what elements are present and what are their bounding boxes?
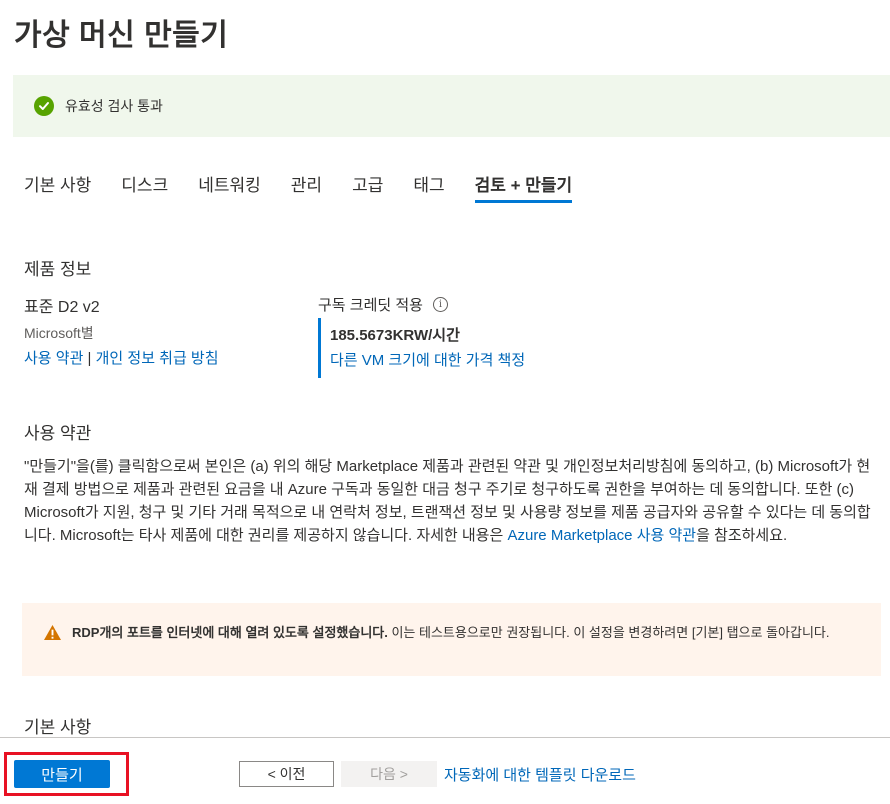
price-value: 185.5673KRW/시간 (330, 327, 460, 344)
warning-text: RDP개의 포트를 인터넷에 대해 열려 있도록 설정했습니다. 이는 테스트용… (72, 623, 830, 676)
basics-section-title: 기본 사항 (24, 718, 92, 737)
previous-button[interactable]: < 이전 (239, 761, 334, 787)
tab-networking[interactable]: 네트워킹 (198, 171, 261, 203)
tab-bar: 기본 사항 디스크 네트워킹 관리 고급 태그 검토 + 만들기 (24, 171, 602, 203)
info-icon[interactable]: i (432, 297, 448, 312)
tab-tags[interactable]: 태그 (413, 171, 444, 203)
rdp-warning-banner: RDP개의 포트를 인터넷에 대해 열려 있도록 설정했습니다. 이는 테스트용… (22, 603, 881, 676)
terms-section-title: 사용 약관 (24, 424, 92, 443)
subscription-credit-header: 구독 크레딧 적용 i (318, 294, 448, 315)
validation-text: 유효성 검사 통과 (65, 98, 163, 114)
download-template-link[interactable]: 자동화에 대한 템플릿 다운로드 (444, 764, 636, 785)
create-button[interactable]: 만들기 (14, 760, 110, 788)
terms-of-use-link[interactable]: 사용 약관 (24, 350, 83, 367)
tab-basics[interactable]: 기본 사항 (24, 171, 91, 203)
page-title: 가상 머신 만들기 (14, 19, 229, 52)
validation-banner: 유효성 검사 통과 (13, 75, 890, 137)
footer-divider (0, 737, 890, 738)
check-circle-icon (34, 96, 54, 116)
subscription-credit-label: 구독 크레딧 적용 (318, 297, 423, 314)
product-publisher: Microsoft별 (24, 325, 94, 341)
price-block: 185.5673KRW/시간 다른 VM 크기에 대한 가격 책정 (318, 318, 525, 378)
pricing-other-sizes-link[interactable]: 다른 VM 크기에 대한 가격 책정 (330, 352, 525, 369)
warning-bold-text: RDP개의 포트를 인터넷에 대해 열려 있도록 설정했습니다. (72, 625, 388, 640)
tab-advanced[interactable]: 고급 (352, 171, 383, 203)
tab-review-create[interactable]: 검토 + 만들기 (474, 171, 572, 203)
tab-disks[interactable]: 디스크 (121, 171, 168, 203)
terms-suffix: 을 참조하세요. (696, 527, 788, 544)
product-name: 표준 D2 v2 (24, 299, 100, 316)
next-button: 다음 > (341, 761, 437, 787)
tab-management[interactable]: 관리 (291, 171, 322, 203)
product-info: 표준 D2 v2 Microsoft별 사용 약관 | 개인 정보 취급 방침 (24, 293, 219, 368)
warning-icon (44, 624, 61, 641)
link-separator: | (87, 350, 92, 367)
warning-detail-text: 이는 테스트용으로만 권장됩니다. 이 설정을 변경하려면 [기본] 탭으로 돌… (387, 625, 830, 640)
marketplace-terms-link[interactable]: Azure Marketplace 사용 약관 (507, 527, 696, 544)
terms-text: "만들기"을(를) 클릭함으로써 본인은 (a) 위의 해당 Marketpla… (24, 455, 874, 547)
product-section-title: 제품 정보 (24, 260, 92, 279)
privacy-policy-link[interactable]: 개인 정보 취급 방침 (96, 350, 219, 367)
